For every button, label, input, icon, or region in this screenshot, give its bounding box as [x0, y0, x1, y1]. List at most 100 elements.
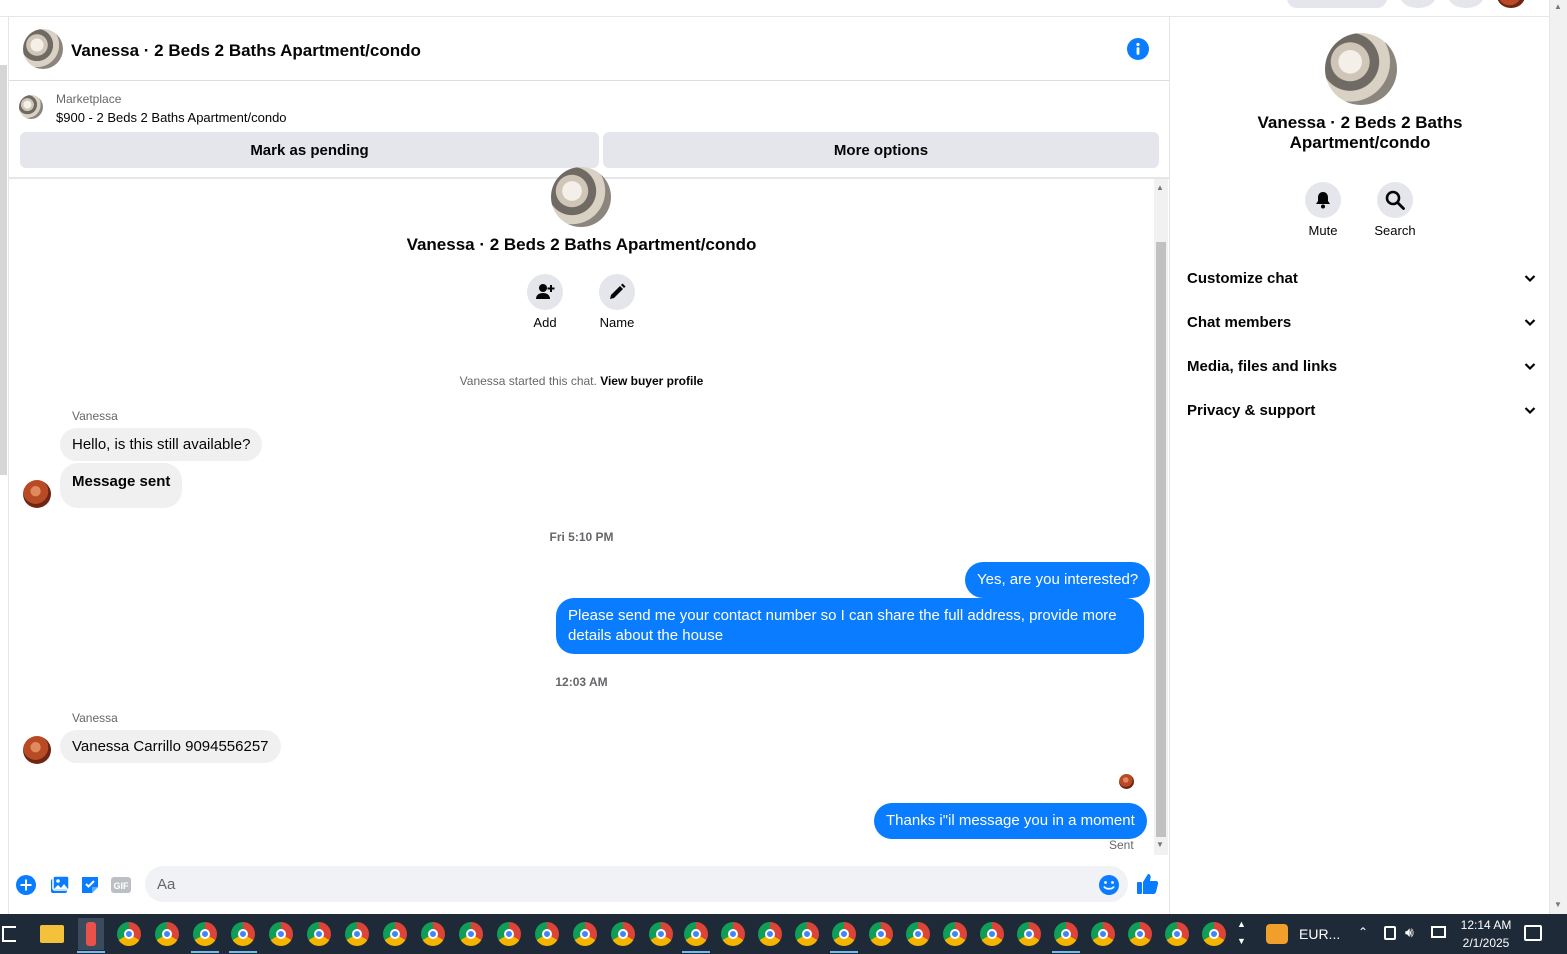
scrollbar-thumb[interactable] [1156, 242, 1166, 837]
chrome-icon[interactable] [535, 922, 559, 946]
plus-icon[interactable] [15, 874, 37, 896]
info-icon[interactable] [1127, 38, 1149, 60]
top-nav-strip [0, 0, 1567, 17]
emoji-icon[interactable] [1098, 874, 1120, 896]
network-icon[interactable] [1431, 926, 1446, 938]
chrome-icon[interactable] [1054, 922, 1078, 946]
chrome-icon[interactable] [684, 922, 708, 946]
top-nav-icon-button[interactable] [1448, 0, 1484, 8]
page-scroll-up-arrow[interactable]: ▲ [1554, 2, 1562, 11]
meet-now-icon[interactable] [1384, 926, 1396, 940]
more-options-button[interactable]: More options [603, 132, 1159, 168]
search-conversation-button[interactable] [1377, 182, 1413, 218]
chat-title[interactable]: Vanessa · 2 Beds 2 Baths Apartment/condo [71, 41, 421, 61]
chat-header: Vanessa · 2 Beds 2 Baths Apartment/condo [9, 17, 1169, 81]
chrome-icon[interactable] [497, 922, 521, 946]
chrome-icon[interactable] [721, 922, 745, 946]
bell-icon [1314, 191, 1332, 209]
image-icon[interactable] [48, 874, 70, 896]
incoming-message[interactable]: Vanessa Carrillo 9094556257 [60, 730, 281, 763]
top-nav-icon-button[interactable] [1400, 0, 1436, 8]
tray-label[interactable]: EUR... [1299, 926, 1340, 942]
sticker-icon[interactable] [79, 874, 101, 896]
sender-avatar[interactable] [23, 480, 51, 508]
chrome-icon[interactable] [117, 922, 141, 946]
view-buyer-profile-link[interactable]: View buyer profile [600, 374, 703, 388]
sender-avatar[interactable] [23, 736, 51, 764]
section-label: Chat members [1187, 313, 1292, 331]
outgoing-message[interactable]: Yes, are you interested? [965, 562, 1151, 598]
add-people-button[interactable] [527, 274, 563, 310]
pencil-icon [608, 283, 626, 301]
mark-as-pending-button[interactable]: Mark as pending [20, 132, 599, 168]
chrome-icon[interactable] [231, 922, 255, 946]
chrome-icon[interactable] [832, 922, 856, 946]
gif-icon[interactable]: GIF [110, 874, 132, 896]
chrome-icon[interactable] [1091, 922, 1115, 946]
outgoing-message[interactable]: Please send me your contact number so I … [556, 598, 1144, 654]
mute-button[interactable] [1305, 182, 1341, 218]
show-hidden-icons-chevron-icon[interactable]: ⌃ [1358, 925, 1368, 939]
name-chat-button[interactable] [599, 274, 635, 310]
chat-started-text: Vanessa started this chat. [459, 374, 597, 388]
thumbs-up-icon[interactable] [1136, 872, 1160, 896]
chrome-icon[interactable] [307, 922, 331, 946]
read-receipt-avatar [1119, 774, 1134, 789]
app-icon[interactable] [86, 922, 96, 946]
system-clock[interactable]: 12:14 AM 2/1/2025 [1448, 916, 1524, 952]
chevron-down-icon [1523, 359, 1537, 373]
chrome-icon[interactable] [943, 922, 967, 946]
page-scroll-down-arrow[interactable]: ▼ [1554, 900, 1562, 909]
marketplace-label: Marketplace [56, 92, 122, 106]
chrome-icon[interactable] [383, 922, 407, 946]
listing-thumbnail[interactable] [19, 95, 43, 119]
notification-center-icon[interactable] [1524, 925, 1542, 941]
chrome-icon[interactable] [269, 922, 293, 946]
taskbar-overflow-arrows[interactable]: ▲ ▼ [1237, 916, 1246, 950]
chrome-icon[interactable] [345, 922, 369, 946]
windows-taskbar: ▲ ▼ EUR... ⌃ 🔊︎ 12:14 AM 2/1/2025 [0, 914, 1567, 954]
section-media-files-links[interactable]: Media, files and links [1187, 344, 1537, 388]
volume-icon[interactable]: 🔊︎ [1405, 924, 1414, 941]
chrome-icon[interactable] [906, 922, 930, 946]
chrome-icon[interactable] [869, 922, 893, 946]
chrome-icon[interactable] [980, 922, 1004, 946]
task-view-icon[interactable] [2, 926, 16, 942]
chrome-icon[interactable] [795, 922, 819, 946]
chrome-icon[interactable] [1128, 922, 1152, 946]
outgoing-message[interactable]: Thanks i"il message you in a moment [874, 803, 1147, 839]
chrome-icon[interactable] [155, 922, 179, 946]
incoming-message[interactable]: Message sent [60, 463, 183, 508]
page-scrollbar[interactable]: ▲ ▼ [1549, 0, 1567, 914]
top-nav-button[interactable] [1287, 0, 1387, 8]
chrome-icon[interactable] [193, 922, 217, 946]
add-person-icon [535, 282, 555, 302]
chrome-icon[interactable] [758, 922, 782, 946]
file-explorer-icon[interactable] [40, 925, 64, 943]
message-input[interactable] [145, 866, 1128, 902]
scroll-up-arrow[interactable]: ▲ [1156, 183, 1164, 192]
chrome-icon[interactable] [1017, 922, 1041, 946]
chrome-icon[interactable] [649, 922, 673, 946]
chrome-icon[interactable] [573, 922, 597, 946]
section-privacy-support[interactable]: Privacy & support [1187, 388, 1537, 432]
chrome-icon[interactable] [459, 922, 483, 946]
chevron-down-icon [1523, 315, 1537, 329]
gif-label: GIF [114, 881, 130, 891]
listing-avatar[interactable] [23, 29, 63, 69]
scroll-down-arrow[interactable]: ▼ [1156, 840, 1164, 849]
chat-info-panel: Vanessa · 2 Beds 2 Baths Apartment/condo… [1171, 17, 1549, 914]
section-customize-chat[interactable]: Customize chat [1187, 256, 1537, 300]
chrome-icon[interactable] [1202, 922, 1226, 946]
left-edge-scrollbar[interactable] [0, 65, 7, 475]
chrome-icon[interactable] [611, 922, 635, 946]
chrome-icon[interactable] [1165, 922, 1189, 946]
account-avatar[interactable] [1497, 0, 1525, 8]
incoming-message[interactable]: Hello, is this still available? [60, 428, 263, 461]
timestamp-separator: 12:03 AM [555, 675, 608, 689]
weather-icon[interactable] [1266, 924, 1288, 944]
chrome-icon[interactable] [421, 922, 445, 946]
listing-summary[interactable]: $900 - 2 Beds 2 Baths Apartment/condo [56, 110, 287, 125]
section-chat-members[interactable]: Chat members [1187, 300, 1537, 344]
mute-label: Mute [1308, 223, 1338, 238]
